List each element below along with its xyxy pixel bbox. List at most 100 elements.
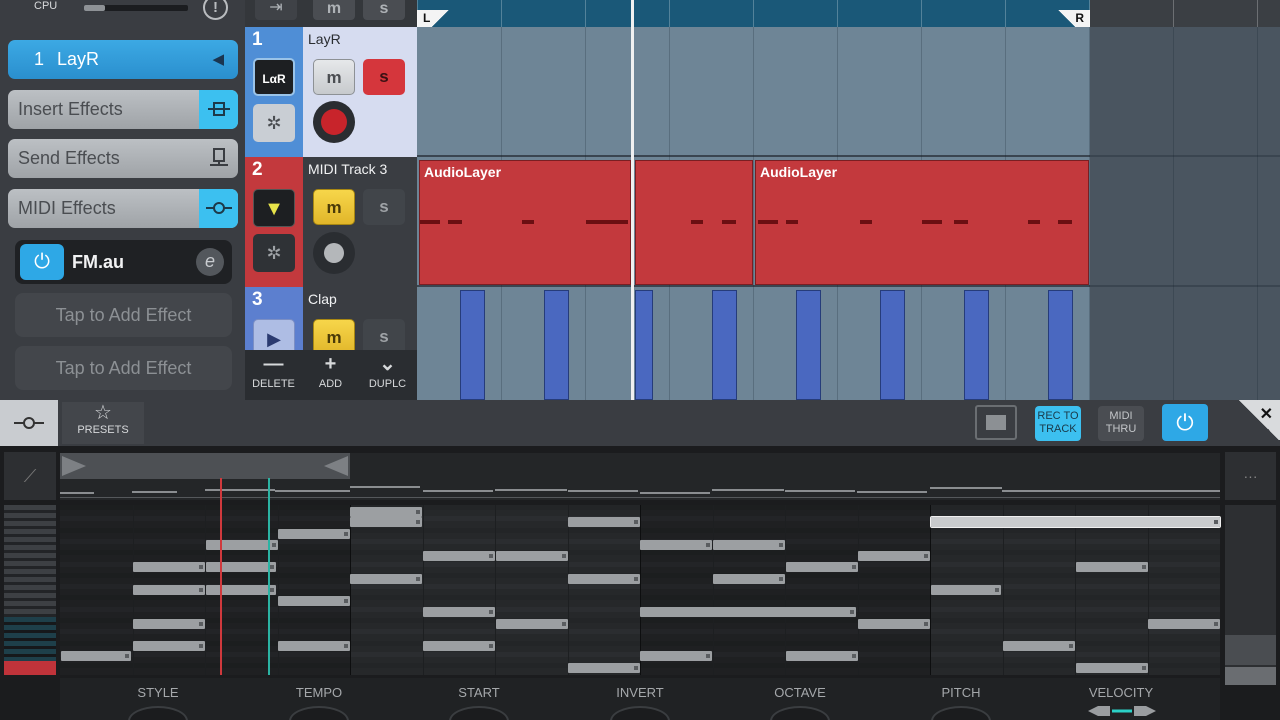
cpu-meter-fill — [84, 5, 105, 11]
midi-note[interactable] — [1148, 619, 1220, 629]
close-button[interactable]: ✕ — [1238, 400, 1280, 440]
midi-note[interactable] — [786, 651, 858, 661]
clap-clip[interactable] — [635, 290, 653, 400]
midi-note[interactable] — [1003, 641, 1075, 651]
presets-tab[interactable]: ☆ PRESETS — [62, 402, 144, 444]
midi-note[interactable] — [858, 619, 930, 629]
clap-clip[interactable] — [712, 290, 737, 400]
midi-note[interactable] — [568, 574, 640, 584]
rec-to-track-button[interactable]: REC TO TRACK — [1035, 406, 1081, 441]
pattern-overview[interactable] — [60, 453, 1220, 500]
duplicate-track-button[interactable]: ⌄ DUPLC — [359, 350, 416, 400]
midi-note[interactable] — [278, 641, 350, 651]
midi-note[interactable] — [640, 540, 712, 550]
add-track-button[interactable]: + ADD — [302, 350, 359, 400]
mute-button[interactable]: m — [313, 59, 355, 95]
solo-button[interactable]: s — [363, 189, 405, 225]
add-effect-slot-1[interactable]: Tap to Add Effect — [15, 293, 232, 337]
track-selector-button[interactable]: 1 LayR ◀ — [8, 40, 238, 79]
fullscreen-icon[interactable] — [975, 405, 1017, 440]
midi-note[interactable] — [278, 596, 350, 606]
route-icon[interactable]: ⇥ — [255, 0, 297, 20]
layr-logo-icon[interactable]: LαR — [253, 58, 295, 96]
solo-button[interactable]: s — [363, 59, 405, 95]
global-mute-button[interactable]: m — [313, 0, 355, 20]
track-name: Clap — [308, 291, 337, 307]
delete-track-button[interactable]: — DELETE — [245, 350, 302, 400]
midi-note[interactable] — [713, 540, 785, 550]
midi-note[interactable] — [931, 585, 1001, 595]
instrument-settings-icon[interactable]: ✲ — [253, 234, 295, 272]
midi-note[interactable] — [206, 585, 276, 595]
midi-fx-tab[interactable] — [0, 400, 58, 446]
clap-clip[interactable] — [964, 290, 989, 400]
clip-event — [722, 220, 736, 224]
midi-note[interactable] — [640, 651, 712, 661]
overview-start-handle[interactable] — [62, 456, 86, 476]
insert-icon — [199, 90, 238, 129]
midi-note[interactable] — [423, 551, 495, 561]
insert-effects-button[interactable]: Insert Effects — [8, 90, 238, 129]
power-icon[interactable]: ⏻ — [1162, 404, 1208, 441]
alert-icon[interactable]: ! — [203, 0, 228, 20]
midi-arrow-icon[interactable]: ▼ — [253, 189, 295, 227]
midi-note[interactable] — [858, 551, 930, 561]
midi-note[interactable] — [1076, 663, 1148, 673]
mute-button[interactable]: m — [313, 189, 355, 225]
timeline-ruler-outside-loop — [1090, 0, 1280, 27]
midi-note[interactable] — [568, 663, 640, 673]
midi-note[interactable] — [786, 562, 858, 572]
midi-note[interactable] — [350, 507, 422, 517]
midi-note[interactable] — [61, 651, 131, 661]
clap-clip[interactable] — [1048, 290, 1073, 400]
ramp-icon[interactable]: ⟋ — [4, 452, 56, 500]
midi-note[interactable] — [350, 517, 422, 527]
midi-note[interactable] — [423, 607, 495, 617]
instrument-settings-icon[interactable]: ✲ — [253, 104, 295, 142]
track-header-2[interactable]: 2 MIDI Track 3 ▼ m s ✲ — [245, 157, 417, 287]
overview-end-handle[interactable] — [324, 456, 348, 476]
overview-window[interactable] — [60, 453, 350, 479]
right-locator[interactable]: R — [1054, 10, 1090, 27]
beat-line — [857, 505, 859, 675]
send-effects-button[interactable]: Send Effects — [8, 139, 238, 178]
midi-note[interactable] — [133, 562, 205, 572]
piano-roll-grid[interactable] — [60, 505, 1221, 675]
global-solo-button[interactable]: s — [363, 0, 405, 20]
more-options-button[interactable]: ··· — [1225, 452, 1276, 500]
velocity-column[interactable] — [1225, 505, 1276, 685]
record-arm-button[interactable] — [313, 101, 355, 143]
clap-clip[interactable] — [544, 290, 569, 400]
midi-note[interactable] — [1076, 562, 1148, 572]
velocity-range-icon[interactable] — [1088, 703, 1156, 716]
add-effect-slot-2[interactable]: Tap to Add Effect — [15, 346, 232, 390]
record-arm-button[interactable] — [313, 232, 355, 274]
midi-effects-button[interactable]: MIDI Effects — [8, 189, 238, 228]
midi-note[interactable] — [640, 607, 856, 617]
playback-position-marker[interactable] — [268, 478, 270, 675]
midi-note[interactable] — [278, 529, 350, 539]
midi-note-selected[interactable] — [930, 516, 1221, 528]
midi-thru-button[interactable]: MIDI THRU — [1098, 406, 1144, 441]
midi-note[interactable] — [350, 574, 422, 584]
midi-note[interactable] — [133, 585, 205, 595]
midi-note[interactable] — [133, 641, 205, 651]
edit-plugin-icon[interactable]: e — [196, 248, 224, 276]
midi-note[interactable] — [496, 619, 568, 629]
clap-clip[interactable] — [460, 290, 485, 400]
track-header-3[interactable]: 3 Clap ▶ m s — [245, 287, 417, 357]
loop-start-marker[interactable] — [220, 478, 222, 675]
clap-clip[interactable] — [880, 290, 905, 400]
clap-clip[interactable] — [796, 290, 821, 400]
midi-note[interactable] — [423, 641, 495, 651]
plugin-slot-fm-au[interactable]: ⏻ FM.au e — [15, 240, 232, 284]
midi-note[interactable] — [496, 551, 568, 561]
left-locator[interactable]: L — [417, 10, 453, 27]
power-icon[interactable]: ⏻ — [20, 244, 64, 280]
midi-note[interactable] — [133, 619, 205, 629]
midi-note[interactable] — [568, 517, 640, 527]
midi-note[interactable] — [713, 574, 785, 584]
playhead[interactable] — [631, 0, 634, 400]
midi-note[interactable] — [206, 562, 276, 572]
track-header-1[interactable]: 1 LayR LαR m s ✲ — [245, 27, 417, 157]
